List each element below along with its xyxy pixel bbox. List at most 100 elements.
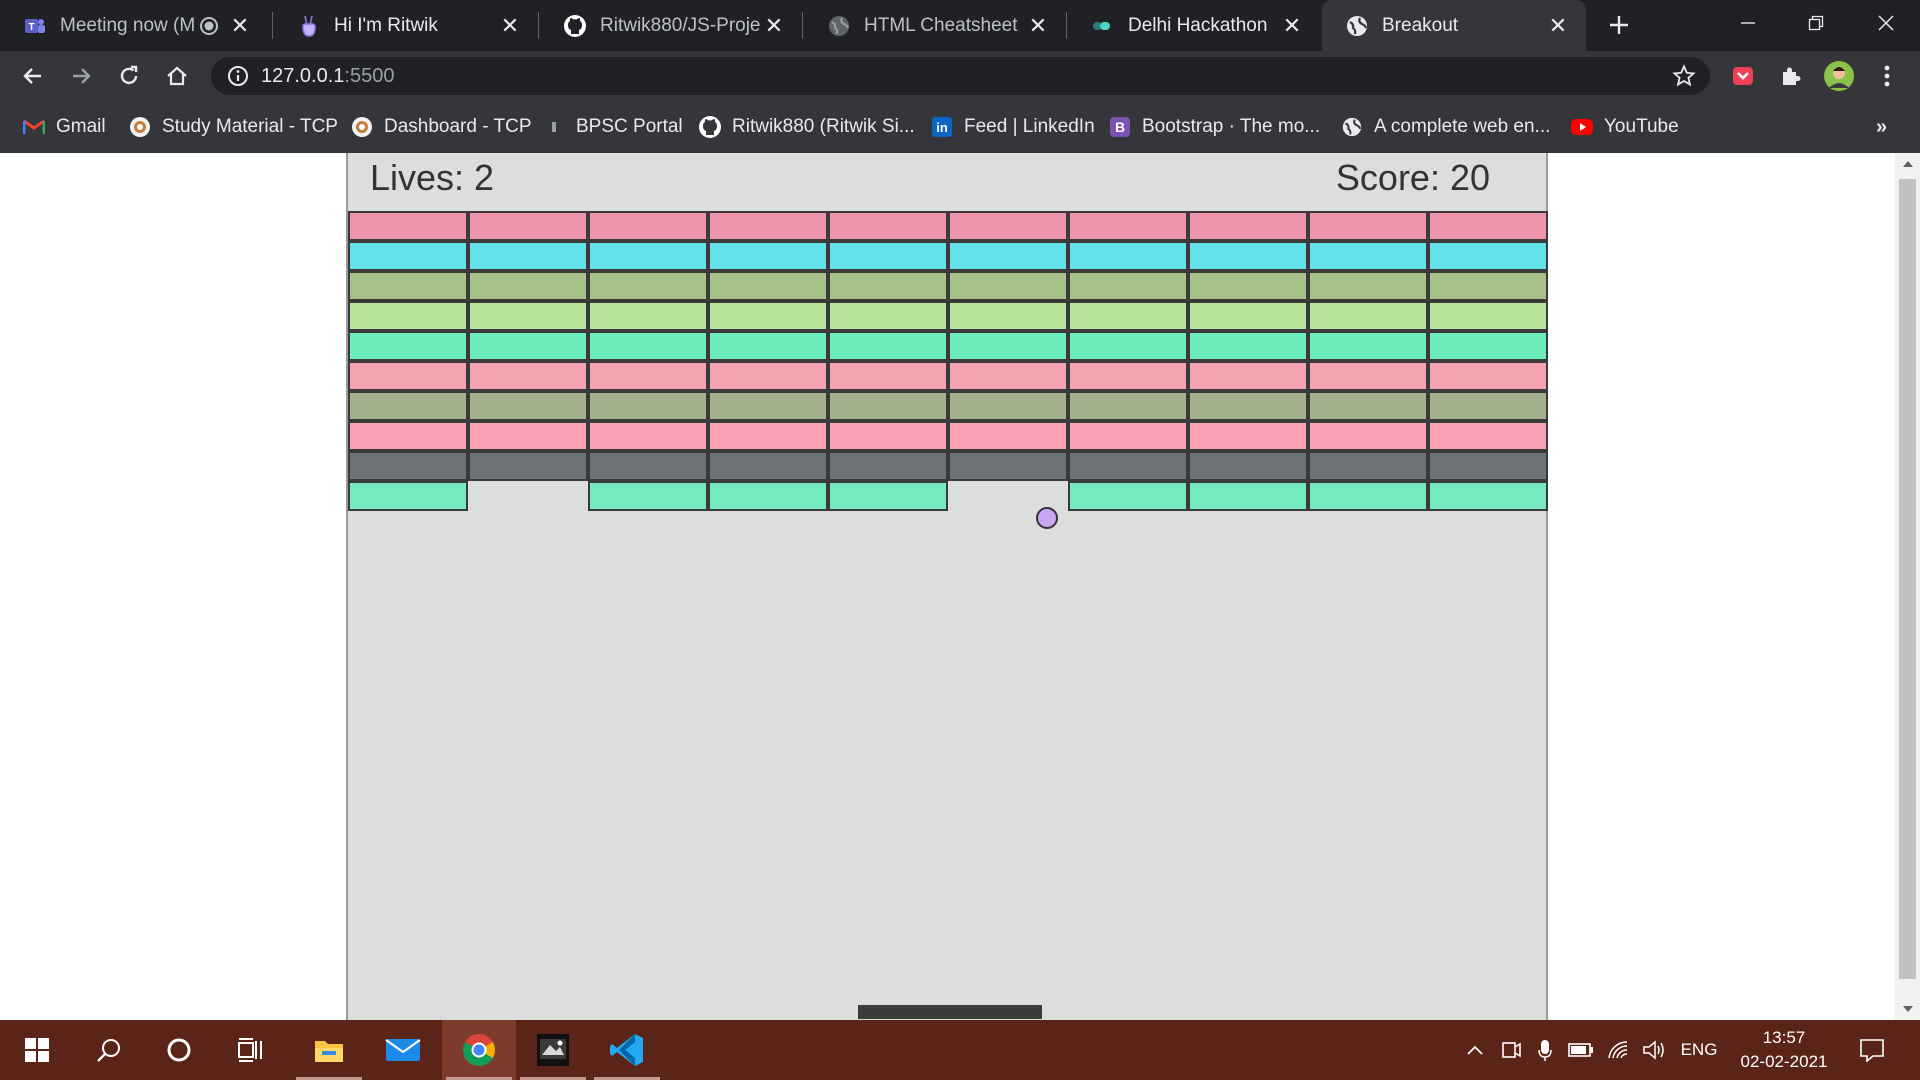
brick <box>708 451 828 481</box>
file-explorer-button[interactable] <box>292 1020 366 1080</box>
media-app-button[interactable] <box>516 1020 590 1080</box>
browser-toolbar: 127.0.0.1:5500 <box>0 51 1920 101</box>
brick <box>708 331 828 361</box>
close-icon[interactable]: ✕ <box>760 12 788 40</box>
tcp-icon <box>128 115 152 139</box>
bookmark-github[interactable]: Ritwik880 (Ritwik Si... <box>698 113 915 141</box>
bookmark-bootstrap[interactable]: B Bootstrap · The mo... <box>1108 113 1320 141</box>
close-icon[interactable]: ✕ <box>1278 12 1306 40</box>
brick <box>1068 211 1188 241</box>
brick <box>1428 451 1548 481</box>
brick <box>708 481 828 511</box>
address-bar[interactable]: 127.0.0.1:5500 <box>211 57 1710 95</box>
task-view-icon <box>238 1038 262 1062</box>
cortana-icon <box>167 1038 191 1062</box>
tab-separator <box>1066 12 1067 39</box>
close-icon[interactable]: ✕ <box>496 12 524 40</box>
back-button[interactable] <box>16 59 50 93</box>
bookmark-label: A complete web en... <box>1374 116 1551 137</box>
tab-meeting[interactable]: T Meeting now (M ✕ <box>0 0 268 51</box>
restore-button[interactable] <box>1782 0 1850 46</box>
meet-now-icon <box>1502 1042 1521 1058</box>
bookmark-gmail[interactable]: Gmail <box>22 113 106 141</box>
brick <box>708 391 828 421</box>
scroll-down-arrow-icon[interactable] <box>1903 1006 1913 1012</box>
brick <box>468 211 588 241</box>
clock[interactable]: 13:57 02-02-2021 <box>1732 1020 1836 1080</box>
close-icon[interactable]: ✕ <box>1544 12 1572 40</box>
bookmark-label: Ritwik880 (Ritwik Si... <box>732 116 915 137</box>
show-hidden-icons-button[interactable] <box>1460 1020 1490 1080</box>
close-icon[interactable]: ✕ <box>1024 12 1052 40</box>
chrome-button[interactable] <box>442 1020 516 1080</box>
brick <box>1068 451 1188 481</box>
close-icon[interactable]: ✕ <box>226 12 254 40</box>
globe-icon <box>1340 115 1364 139</box>
paddle[interactable] <box>858 1005 1042 1019</box>
pocket-extension-button[interactable] <box>1726 59 1760 93</box>
minimize-button[interactable] <box>1714 0 1782 46</box>
bookmark-label: Feed | LinkedIn <box>964 116 1095 137</box>
bookmark-label: Study Material - TCP <box>162 116 338 137</box>
cortana-button[interactable] <box>142 1020 216 1080</box>
volume-button[interactable] <box>1640 1020 1670 1080</box>
game-canvas[interactable]: Lives: 2 Score: 20 <box>346 153 1548 1020</box>
tab-github-project[interactable]: Ritwik880/JS-Project ✕ <box>540 0 802 51</box>
mail-button[interactable] <box>366 1020 440 1080</box>
bookmark-star-icon[interactable] <box>1672 64 1696 93</box>
github-icon <box>698 115 722 139</box>
brick <box>948 241 1068 271</box>
brick <box>828 271 948 301</box>
brick <box>348 421 468 451</box>
bookmark-linkedin[interactable]: in Feed | LinkedIn <box>930 113 1095 141</box>
scroll-up-arrow-icon[interactable] <box>1903 161 1913 167</box>
new-tab-button[interactable] <box>1602 8 1636 42</box>
scrollbar-thumb[interactable] <box>1899 179 1916 979</box>
close-window-button[interactable] <box>1852 0 1920 46</box>
bookmark-bpsc[interactable]: BPSC Portal <box>542 113 683 141</box>
brick <box>1188 331 1308 361</box>
tab-html-cheatsheet[interactable]: HTML Cheatsheet by ✕ <box>804 0 1066 51</box>
extensions-button[interactable] <box>1774 59 1808 93</box>
microphone-button[interactable] <box>1530 1020 1560 1080</box>
wifi-button[interactable] <box>1604 1020 1634 1080</box>
tab-breakout[interactable]: Breakout ✕ <box>1322 0 1586 51</box>
more-bookmarks-button[interactable]: » <box>1876 113 1887 141</box>
windows-taskbar: ENG 13:57 02-02-2021 <box>0 1020 1920 1080</box>
home-button[interactable] <box>160 59 194 93</box>
start-button[interactable] <box>0 1020 74 1080</box>
reload-button[interactable] <box>112 59 146 93</box>
meet-now-button[interactable] <box>1496 1020 1526 1080</box>
language-indicator[interactable]: ENG <box>1676 1020 1722 1080</box>
bpsc-icon <box>542 115 566 139</box>
profile-avatar[interactable] <box>1822 59 1856 93</box>
bookmark-dashboard[interactable]: Dashboard - TCP <box>350 113 532 141</box>
brick <box>468 451 588 481</box>
search-button[interactable] <box>72 1020 146 1080</box>
brick <box>1428 481 1548 511</box>
reload-icon <box>120 65 138 85</box>
task-view-button[interactable] <box>214 1020 288 1080</box>
brick <box>348 331 468 361</box>
brick <box>948 391 1068 421</box>
brick <box>1068 271 1188 301</box>
close-icon <box>1878 15 1894 31</box>
info-icon[interactable] <box>227 65 249 92</box>
vertical-scrollbar[interactable] <box>1895 153 1920 1020</box>
notifications-button[interactable] <box>1850 1020 1894 1080</box>
brick <box>1188 421 1308 451</box>
battery-button[interactable] <box>1566 1020 1596 1080</box>
bookmark-web-engine[interactable]: A complete web en... <box>1340 113 1550 141</box>
bookmark-study-material[interactable]: Study Material - TCP <box>128 113 338 141</box>
tab-portfolio[interactable]: Hi I'm Ritwik ✕ <box>274 0 538 51</box>
menu-button[interactable] <box>1870 59 1904 93</box>
media-app-icon <box>537 1034 569 1066</box>
avatar-icon <box>1824 61 1854 91</box>
vscode-button[interactable] <box>590 1020 664 1080</box>
tab-delhi-hackathon[interactable]: Delhi Hackathon ✕ <box>1068 0 1320 51</box>
globe-icon <box>1344 13 1370 39</box>
linkedin-icon: in <box>930 115 954 139</box>
bookmark-youtube[interactable]: YouTube <box>1570 113 1679 141</box>
bookmark-label: Dashboard - TCP <box>384 116 532 137</box>
forward-button[interactable] <box>64 59 98 93</box>
